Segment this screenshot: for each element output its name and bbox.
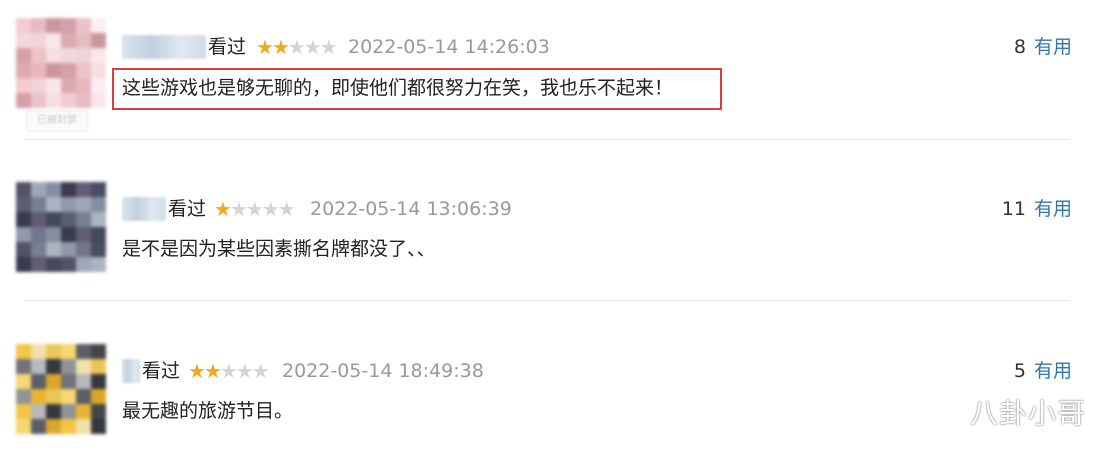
star-empty-icon: ★ (261, 197, 280, 221)
watermark-text: 八卦小哥 (969, 397, 1086, 430)
rating-stars: ★★★★★ (214, 195, 296, 223)
useful-button[interactable]: 有用 (1034, 36, 1072, 58)
star-empty-icon: ★ (319, 35, 338, 59)
star-empty-icon: ★ (287, 35, 306, 59)
watched-label: 看过 (142, 360, 181, 382)
star-empty-icon: ★ (235, 359, 254, 383)
comment-text: 这些游戏也是够无聊的，即使他们都很努力在笑，我也乐不起来！ (122, 77, 674, 99)
comment-text: 是不是因为某些因素撕名牌都没了、、 (122, 238, 436, 260)
star-empty-icon: ★ (251, 359, 270, 383)
username-blurred[interactable] (122, 359, 140, 383)
star-filled-icon: ★ (203, 359, 222, 383)
star-filled-icon: ★ (188, 359, 206, 383)
useful-button[interactable]: 有用 (1034, 198, 1072, 220)
useful-count: 8 (1013, 36, 1026, 58)
star-empty-icon: ★ (245, 197, 264, 221)
star-filled-icon: ★ (214, 197, 232, 221)
useful-count: 11 (1001, 198, 1026, 220)
comment-timestamp: 2022-05-14 18:49:38 (282, 360, 484, 382)
avatar-badge: 已被封禁 (26, 110, 88, 132)
watched-label: 看过 (168, 198, 207, 220)
comment-item-2: 看过 ★★★★★ 2022-05-14 13:06:39 11 有用 是不是因为某… (0, 162, 1102, 302)
useful-button[interactable]: 有用 (1034, 360, 1072, 382)
avatar[interactable] (16, 18, 106, 108)
useful-vote[interactable]: 5 有用 (1014, 357, 1072, 385)
comment-item-1: 已被封禁 看过 ★★★★★ 2022-05-14 14:26:03 8 有用 这些… (0, 0, 1102, 140)
comment-timestamp: 2022-05-14 14:26:03 (348, 36, 550, 58)
star-empty-icon: ★ (219, 359, 238, 383)
divider (24, 300, 1070, 301)
watched-label: 看过 (208, 36, 247, 58)
rating-stars: ★★★★★ (188, 357, 270, 385)
comment-item-3: 看过 ★★★★★ 2022-05-14 18:49:38 5 有用 最无趣的旅游节… (0, 324, 1102, 464)
rating-stars: ★★★★★ (256, 33, 338, 61)
useful-vote[interactable]: 8 有用 (1014, 33, 1072, 61)
useful-count: 5 (1013, 360, 1026, 382)
star-filled-icon: ★ (256, 35, 274, 59)
avatar[interactable] (16, 182, 106, 272)
star-empty-icon: ★ (303, 35, 322, 59)
divider (24, 139, 1070, 140)
star-filled-icon: ★ (271, 35, 290, 59)
star-empty-icon: ★ (229, 197, 248, 221)
username-blurred[interactable] (122, 197, 166, 221)
comment-text: 最无趣的旅游节目。 (122, 400, 294, 422)
username-blurred[interactable] (122, 35, 206, 59)
useful-vote[interactable]: 11 有用 (1002, 195, 1072, 223)
comment-timestamp: 2022-05-14 13:06:39 (310, 198, 512, 220)
avatar[interactable] (16, 344, 106, 434)
star-empty-icon: ★ (277, 197, 296, 221)
